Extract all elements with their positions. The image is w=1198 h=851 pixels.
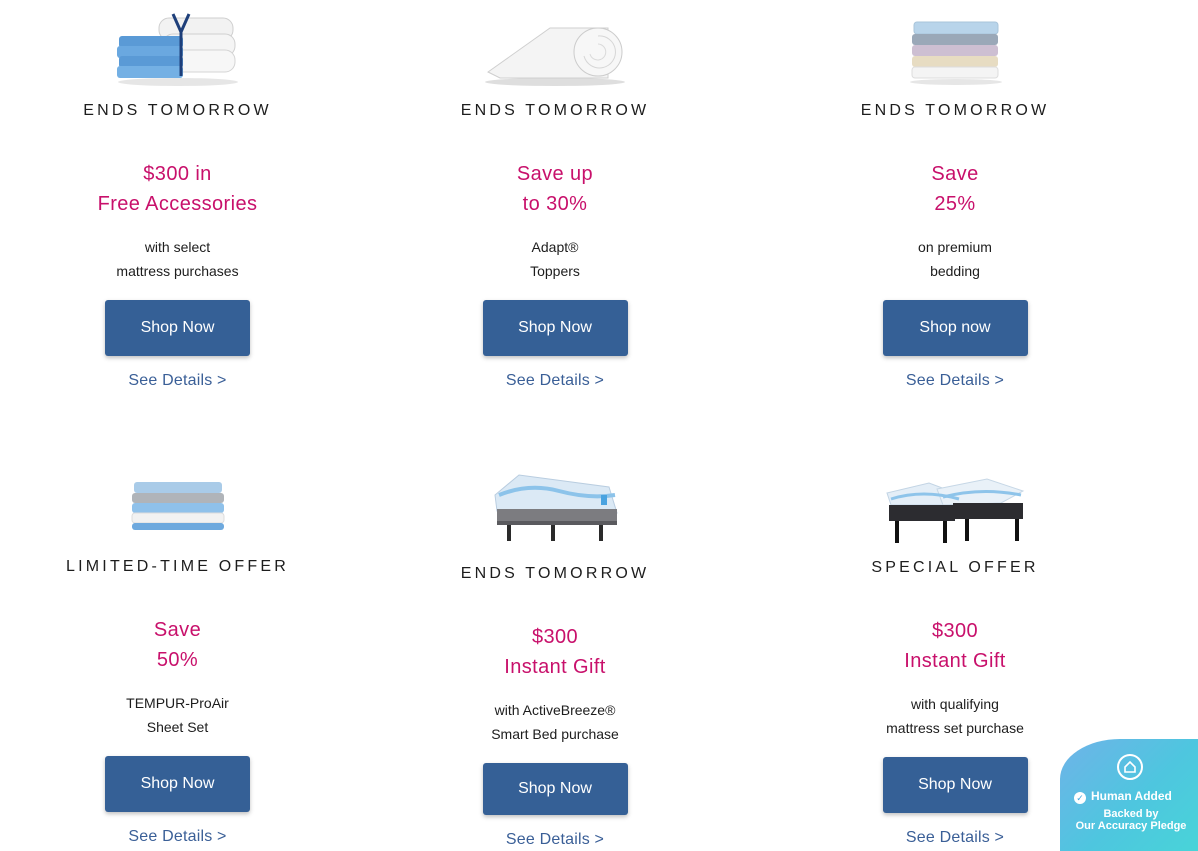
promo-card: ENDS TOMORROW Save 25% on premium beddin… [755,0,1155,455]
promo-grid: ENDS TOMORROW $300 in Free Accessories w… [0,0,1198,849]
promo-eyebrow: SPECIAL OFFER [871,559,1039,576]
promo-subtext-line1: TEMPUR-ProAir [126,695,229,711]
promo-headline-line2: Instant Gift [504,656,606,678]
promo-subtext-line2: mattress purchases [116,263,239,279]
promo-headline-line1: Save [153,619,202,641]
badge-title: Human Added [1091,789,1172,803]
see-details-link[interactable]: See Details > [906,829,1004,847]
promo-subtext: on premium bedding [918,235,992,283]
shop-now-button[interactable]: Shop Now [482,763,628,815]
promo-card: ENDS TOMORROW $300 Instant Gift with Act… [355,455,755,849]
split-adjustable-bed-image [875,475,1035,547]
promo-eyebrow: ENDS TOMORROW [83,102,272,119]
promo-headline-line1: Save up [516,163,594,185]
promo-subtext: Adapt® Toppers [530,235,580,283]
promo-eyebrow: ENDS TOMORROW [460,102,650,119]
shop-now-button[interactable]: Shop Now [105,300,250,356]
see-details-link[interactable]: See Details > [506,372,604,390]
shop-now-button[interactable]: Shop Now [482,300,628,356]
promo-subtext: with qualifying mattress set purchase [886,692,1024,740]
shop-now-button[interactable]: Shop Now [882,757,1028,813]
pillows-sheets-image [98,10,258,86]
see-details-link[interactable]: See Details > [506,831,604,849]
promo-headline-line2: 50% [156,649,199,671]
promo-headline-line2: to 30% [522,193,588,215]
promo-headline: $300 Instant Gift [504,622,606,682]
folded-sheet-set-image [98,478,258,534]
promo-headline: $300 Instant Gift [904,616,1006,676]
see-details-link[interactable]: See Details > [906,372,1004,390]
see-details-link[interactable]: See Details > [128,828,226,846]
promo-headline-line2: Instant Gift [904,650,1006,672]
shop-now-button[interactable]: Shop now [882,300,1028,356]
promo-subtext-line1: with qualifying [911,696,999,712]
promo-headline-line1: $300 in [143,163,212,185]
promo-headline-line2: Free Accessories [97,193,258,215]
badge-line2: Backed by [1103,808,1159,820]
promo-subtext-line2: mattress set purchase [886,720,1024,736]
rolled-topper-image [475,18,635,86]
promo-subtext-line2: Sheet Set [146,719,209,735]
promo-headline: Save 25% [931,159,978,219]
promo-card: ENDS TOMORROW Save up to 30% Adapt® Topp… [355,0,755,455]
promo-headline: $300 in Free Accessories [98,159,258,219]
promo-subtext-line2: bedding [930,263,980,279]
promo-subtext-line1: with ActiveBreeze® [494,702,616,718]
promo-card: ENDS TOMORROW $300 in Free Accessories w… [0,0,355,455]
promo-subtext-line2: Smart Bed purchase [491,726,619,742]
check-icon: ✓ [1074,792,1086,804]
promo-card: LIMITED-TIME OFFER Save 50% TEMPUR-ProAi… [0,455,355,849]
promo-subtext-line2: Toppers [530,263,580,279]
home-icon [1117,754,1143,780]
promo-subtext: TEMPUR-ProAir Sheet Set [126,691,229,739]
promo-headline-line1: $300 [931,620,979,642]
promo-headline-line2: 25% [934,193,976,215]
promo-eyebrow: LIMITED-TIME OFFER [66,558,289,575]
badge-line3: Our Accuracy Pledge [1075,820,1187,832]
see-details-link[interactable]: See Details > [128,372,226,390]
promo-subtext-line1: Adapt® [531,239,579,255]
folded-sheets-image [875,18,1035,86]
accuracy-pledge-badge[interactable]: ✓ Human Added Backed by Our Accuracy Pled… [1060,739,1198,851]
promo-subtext: with ActiveBreeze® Smart Bed purchase [491,698,619,746]
promo-subtext-line1: on premium [918,239,992,255]
badge-title-row: ✓ Human Added [1074,789,1172,804]
promo-headline-line1: Save [931,163,979,185]
promo-subtext: with select mattress purchases [116,235,238,283]
shop-now-button[interactable]: Shop Now [105,756,250,812]
promo-headline-line1: $300 [531,626,579,648]
promo-subtext-line1: with select [144,239,211,255]
promo-headline: Save 50% [154,615,201,675]
promo-headline: Save up to 30% [517,159,593,219]
promo-eyebrow: ENDS TOMORROW [860,102,1050,119]
adjustable-smart-bed-image [475,465,635,545]
promo-eyebrow: ENDS TOMORROW [460,565,650,582]
